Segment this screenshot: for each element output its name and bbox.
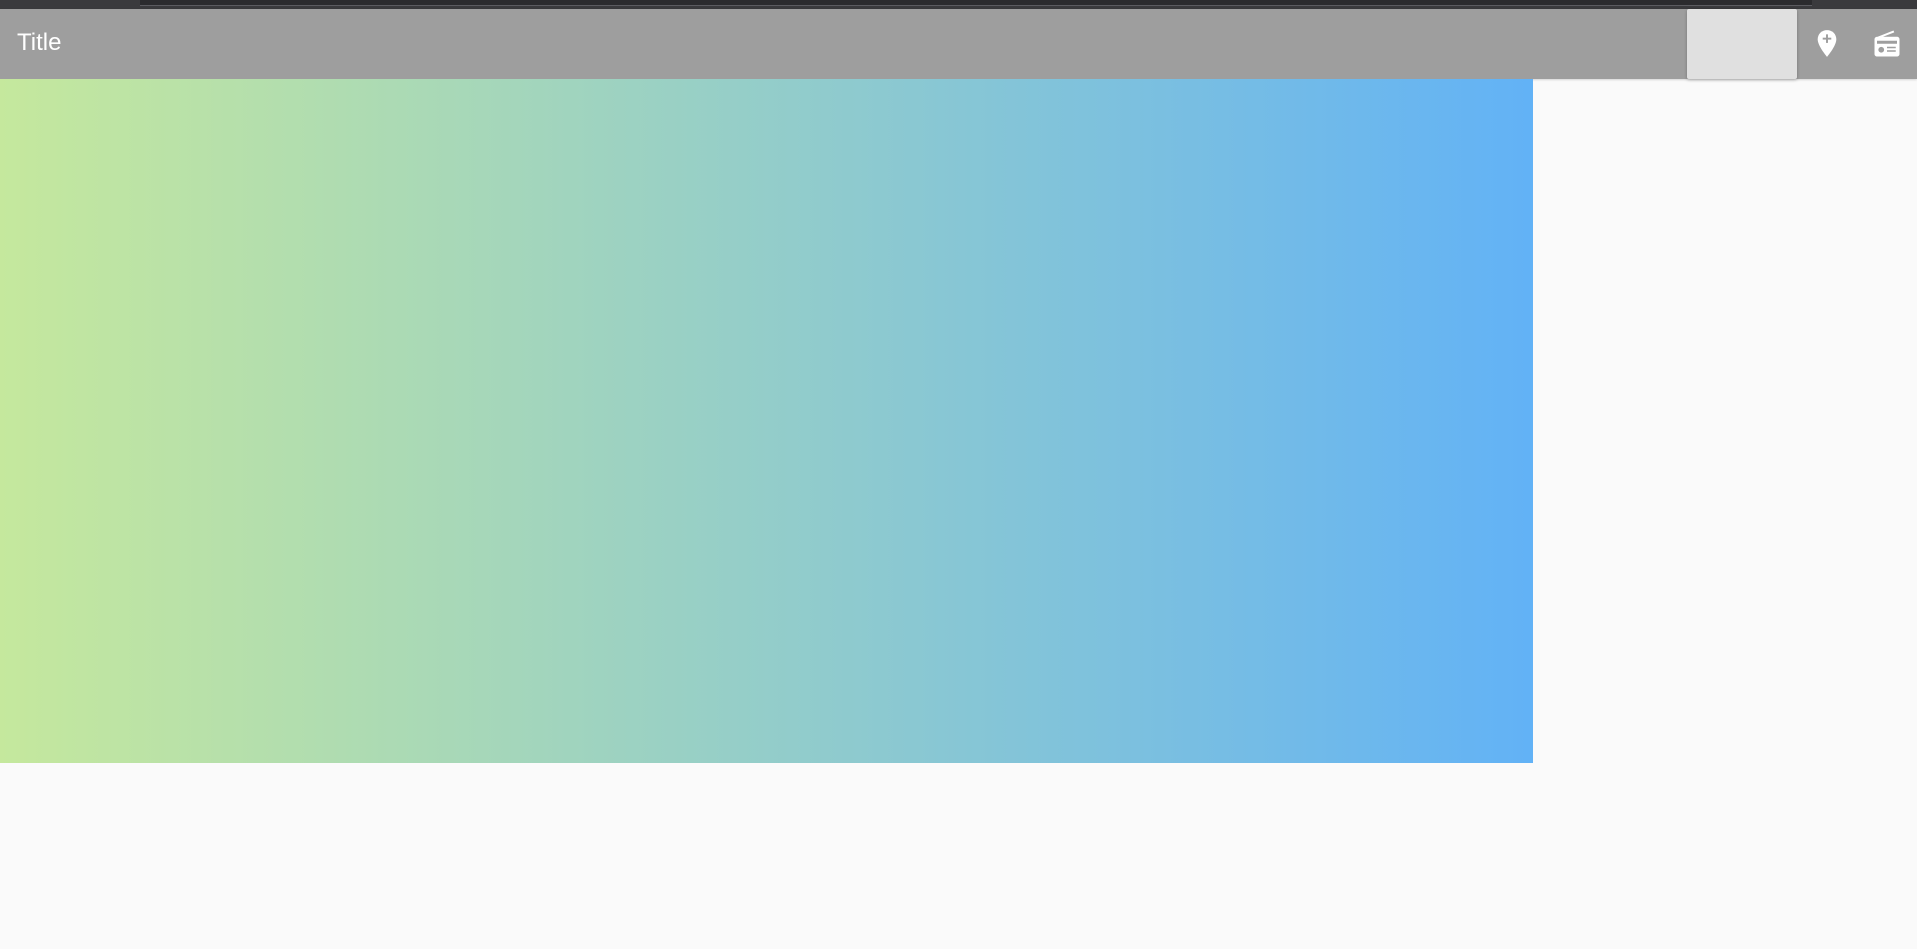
app-toolbar: Title [0, 9, 1917, 79]
window-frame-top [0, 0, 1917, 9]
window-frame-bar [140, 0, 1812, 6]
toolbar-title: Title [17, 29, 62, 56]
radio-button[interactable] [1868, 25, 1906, 63]
add-location-button[interactable] [1808, 25, 1846, 63]
toolbar-blank-button[interactable] [1687, 9, 1797, 79]
gradient-panel [0, 79, 1533, 763]
radio-icon [1874, 30, 1900, 57]
add-location-icon [1817, 30, 1837, 57]
